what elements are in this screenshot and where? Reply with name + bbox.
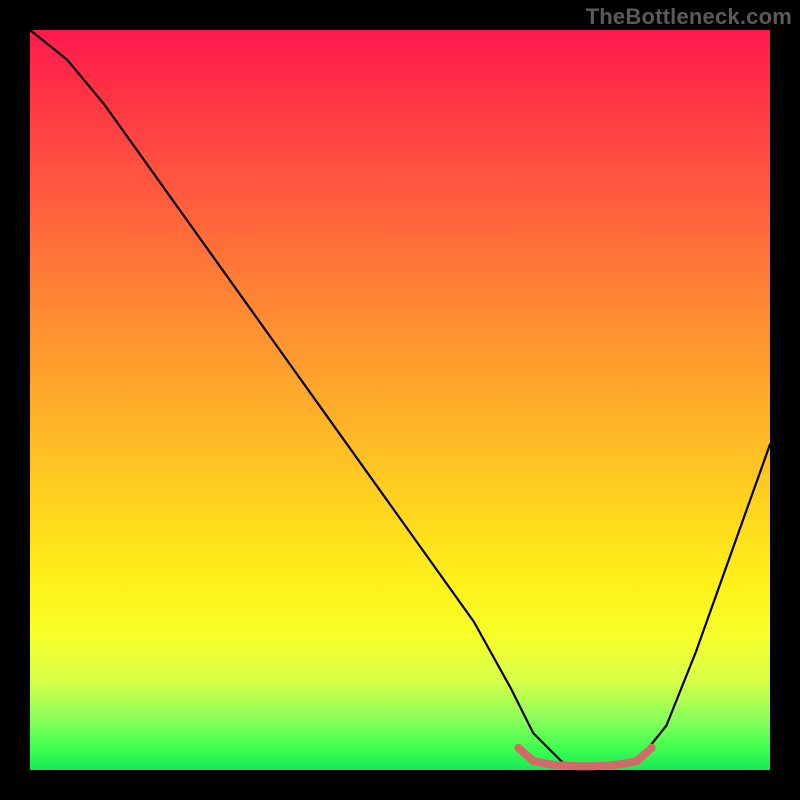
chart-frame: TheBottleneck.com — [0, 0, 800, 800]
curve-svg — [30, 30, 770, 770]
plot-area — [30, 30, 770, 770]
bottleneck-curve — [30, 30, 770, 766]
optimal-range — [518, 748, 651, 767]
watermark-text: TheBottleneck.com — [586, 4, 792, 30]
